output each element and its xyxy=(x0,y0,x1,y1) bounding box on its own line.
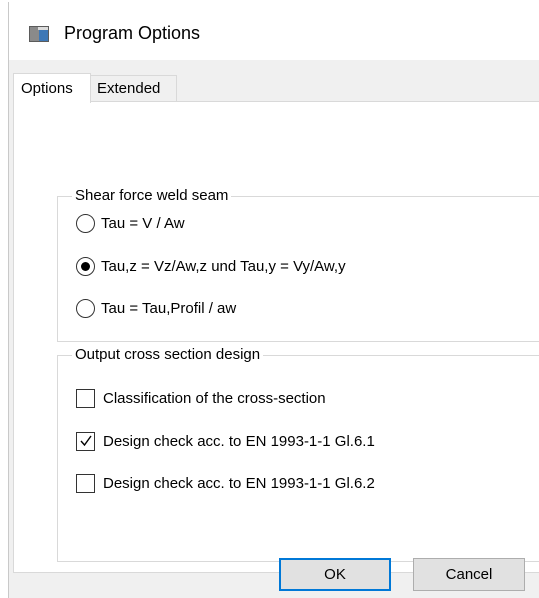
dialog-client-area: Options Extended Shear force weld seam T… xyxy=(9,60,539,598)
radio-button[interactable] xyxy=(76,214,95,233)
window-title: Program Options xyxy=(64,23,201,43)
checkbox-classification[interactable]: Classification of the cross-section xyxy=(76,389,326,408)
title-bar[interactable]: Program Options xyxy=(9,2,539,60)
cancel-button[interactable]: Cancel xyxy=(413,558,525,591)
radio-label: Tau = Tau,Profil / aw xyxy=(101,300,237,317)
radio-button-selected[interactable] xyxy=(76,257,95,276)
checkbox-label: Classification of the cross-section xyxy=(103,390,326,407)
tab-extended[interactable]: Extended xyxy=(90,75,177,102)
program-options-icon xyxy=(29,26,49,42)
output-cross-section-group-legend: Output cross section design xyxy=(72,345,264,365)
radio-tau-z-tau-y[interactable]: Tau,z = Vz/Aw,z und Tau,y = Vy/Aw,y xyxy=(76,257,346,276)
checkbox-design-check-6-2[interactable]: Design check acc. to EN 1993-1-1 Gl.6.2 xyxy=(76,474,375,493)
radio-button[interactable] xyxy=(76,299,95,318)
radio-tau-v-aw[interactable]: Tau = V / Aw xyxy=(76,214,185,233)
radio-label: Tau = V / Aw xyxy=(101,215,185,232)
checkbox-label: Design check acc. to EN 1993-1-1 Gl.6.1 xyxy=(103,433,375,450)
checkbox-design-check-6-1[interactable]: Design check acc. to EN 1993-1-1 Gl.6.1 xyxy=(76,432,375,451)
check-mark-icon xyxy=(80,435,92,447)
checkbox-checked[interactable] xyxy=(76,432,95,451)
checkbox[interactable] xyxy=(76,389,95,408)
output-cross-section-group: Output cross section design xyxy=(57,345,539,562)
ok-button[interactable]: OK xyxy=(279,558,391,591)
options-tab-panel: Shear force weld seam Tau = V / Aw Tau,z… xyxy=(13,101,539,573)
radio-label: Tau,z = Vz/Aw,z und Tau,y = Vy/Aw,y xyxy=(101,258,346,275)
radio-tau-profil-aw[interactable]: Tau = Tau,Profil / aw xyxy=(76,299,236,318)
tab-options[interactable]: Options xyxy=(13,73,91,103)
program-options-dialog: Program Options Options Extended Shear f… xyxy=(8,2,539,598)
checkbox[interactable] xyxy=(76,474,95,493)
shear-force-group-legend: Shear force weld seam xyxy=(72,186,232,206)
checkbox-label: Design check acc. to EN 1993-1-1 Gl.6.2 xyxy=(103,475,375,492)
